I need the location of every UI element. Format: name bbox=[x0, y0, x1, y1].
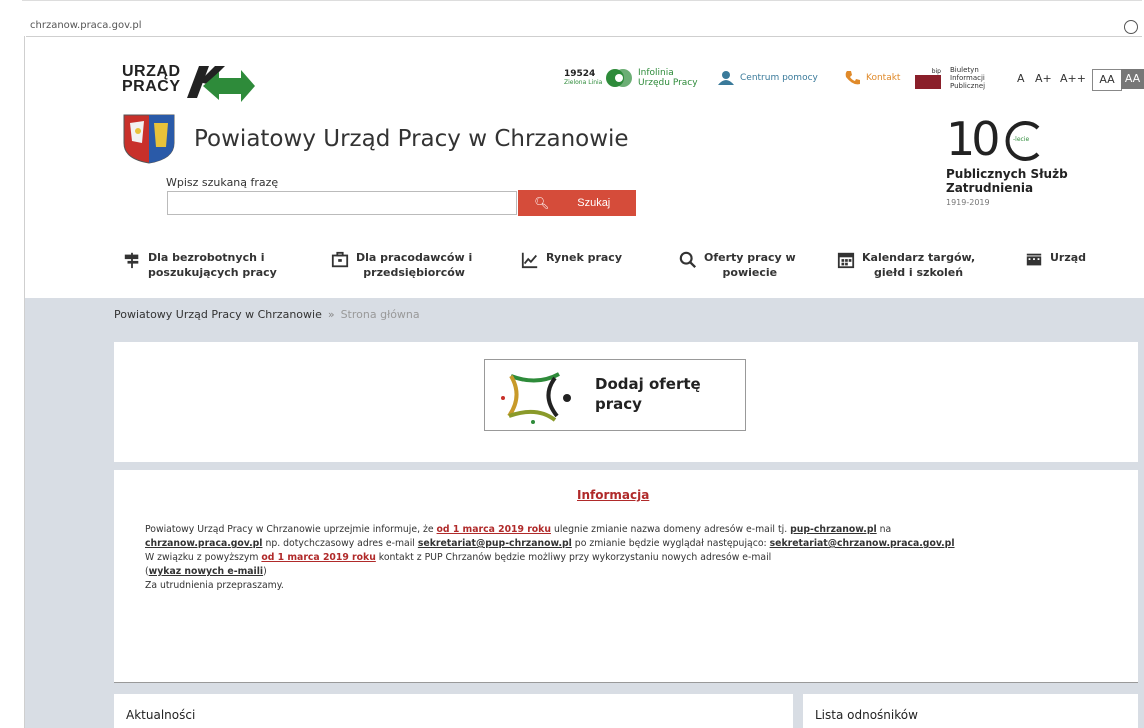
infolinia-link[interactable]: Infolinia Urzędu Pracy bbox=[638, 68, 708, 88]
info-text: ) bbox=[263, 566, 267, 577]
chart-icon bbox=[521, 252, 538, 269]
nav-label: giełd i szkoleń bbox=[874, 266, 964, 279]
offer-text-line1: Dodaj ofertę bbox=[595, 375, 701, 393]
news-heading: Aktualności bbox=[126, 708, 196, 722]
nav-label: powiecie bbox=[722, 266, 778, 279]
hotline-sublabel: Zielona Linia bbox=[564, 79, 603, 86]
nav-job-offers[interactable]: Oferty pracy w powiecie bbox=[678, 250, 796, 280]
url-text[interactable]: chrzanow.praca.gov.pl bbox=[30, 20, 142, 31]
breadcrumb: Powiatowy Urząd Pracy w Chrzanowie » Stron… bbox=[114, 308, 420, 321]
hotline-number: 19524 bbox=[564, 69, 596, 79]
links-heading: Lista odnośników bbox=[815, 708, 918, 722]
anniversary-caption-line1: Publicznych Służb bbox=[946, 167, 1068, 181]
coat-of-arms-icon bbox=[123, 114, 175, 164]
bip-link[interactable]: Biuletyn Informacji Publicznej bbox=[950, 66, 1000, 90]
calendar-icon bbox=[837, 252, 855, 269]
nav-label: Rynek pracy bbox=[546, 251, 622, 264]
anniversary-number: 10 bbox=[946, 112, 1001, 166]
info-text: kontakt z PUP Chrzanów będzie możliwy pr… bbox=[375, 552, 772, 563]
anniversary-caption: Publicznych Służb Zatrudnienia bbox=[946, 167, 1068, 195]
info-text: W związku z powyższym bbox=[145, 552, 262, 563]
nav-unemployed[interactable]: Dla bezrobotnych i poszukujących pracy bbox=[122, 250, 277, 280]
info-title: Informacja bbox=[577, 488, 650, 502]
new-domain-link[interactable]: chrzanow.praca.gov.pl bbox=[145, 538, 262, 549]
breadcrumb-current: Strona główna bbox=[340, 308, 420, 321]
new-email-link[interactable]: sekretariat@chrzanow.praca.gov.pl bbox=[770, 538, 955, 549]
date-link[interactable]: od 1 marca 2019 roku bbox=[261, 552, 375, 563]
old-domain-link[interactable]: pup-chrzanow.pl bbox=[790, 524, 877, 535]
font-size-normal-button[interactable]: A bbox=[1017, 72, 1025, 85]
urzad-pracy-logo-icon[interactable] bbox=[185, 62, 257, 102]
search-button[interactable]: 🔍︎ Szukaj bbox=[518, 190, 636, 216]
nav-label: Dla bezrobotnych i bbox=[148, 251, 265, 264]
nav-label: Kalendarz targów, bbox=[862, 251, 976, 264]
nav-label: przedsiębiorców bbox=[363, 266, 465, 279]
search-icon: 🔍︎ bbox=[534, 196, 550, 210]
contrast-normal-button[interactable]: AA bbox=[1092, 69, 1122, 91]
page-title: Powiatowy Urząd Pracy w Chrzanowie bbox=[194, 126, 629, 152]
old-email-link[interactable]: sekretariat@pup-chrzanow.pl bbox=[418, 538, 572, 549]
add-job-offer-banner[interactable]: Dodaj ofertę pracy bbox=[484, 359, 746, 431]
breadcrumb-home-link[interactable]: Powiatowy Urząd Pracy w Chrzanowie bbox=[114, 308, 322, 321]
window-left-edge bbox=[0, 0, 22, 728]
search-label: Wpisz szukaną frazę bbox=[166, 176, 279, 189]
font-size-large-button[interactable]: A+ bbox=[1035, 72, 1052, 85]
info-text: Powiatowy Urząd Pracy w Chrzanowie uprze… bbox=[145, 524, 437, 535]
nav-calendar[interactable]: Kalendarz targów, giełd i szkoleń bbox=[836, 250, 975, 280]
nav-employers[interactable]: Dla pracodawców i przedsiębiorców bbox=[330, 250, 472, 280]
help-center-link[interactable]: Centrum pomocy bbox=[740, 73, 818, 83]
search-icon bbox=[679, 251, 697, 269]
signpost-icon bbox=[124, 252, 139, 269]
hotline-badge[interactable]: 19524 Zielona Linia bbox=[564, 69, 603, 87]
bip-icon[interactable]: bip bbox=[915, 68, 941, 90]
nav-label: Urząd bbox=[1050, 251, 1087, 264]
info-text: Za utrudnienia przepraszamy. bbox=[145, 580, 284, 591]
nav-office[interactable]: Urząd bbox=[1024, 250, 1086, 269]
date-link[interactable]: od 1 marca 2019 roku bbox=[437, 524, 551, 535]
add-job-offer-text: Dodaj ofertę pracy bbox=[595, 374, 701, 414]
info-text: np. dotychczasowy adres e-mail bbox=[262, 538, 418, 549]
browser-menu-icon[interactable] bbox=[1124, 20, 1138, 34]
contact-link[interactable]: Kontakt bbox=[866, 73, 900, 83]
logo-line2: PRACY bbox=[122, 78, 181, 95]
breadcrumb-separator: » bbox=[327, 308, 335, 321]
nav-label: Dla pracodawców i bbox=[356, 251, 473, 264]
contrast-high-button[interactable]: AA bbox=[1121, 69, 1144, 89]
nav-labour-market[interactable]: Rynek pracy bbox=[520, 250, 622, 269]
anniversary-years: 1919-2019 bbox=[946, 198, 990, 207]
briefcase-icon bbox=[331, 251, 349, 268]
nav-label: poszukujących pracy bbox=[148, 266, 277, 279]
logo-line1: URZĄD bbox=[122, 63, 181, 80]
help-center-icon bbox=[718, 71, 734, 85]
nav-label: Oferty pracy w bbox=[704, 251, 796, 264]
bip-badge-text: bip bbox=[931, 68, 941, 75]
info-text: po zmianie będzie wyglądał następująco: bbox=[571, 538, 770, 549]
email-list-link[interactable]: wykaz nowych e-maili bbox=[149, 566, 263, 577]
info-text: ulegnie zmianie nazwa domeny adresów e-m… bbox=[550, 524, 791, 535]
news-panel bbox=[114, 694, 793, 728]
anniversary-caption-line2: Zatrudnienia bbox=[946, 181, 1034, 195]
search-button-label: Szukaj bbox=[577, 197, 611, 209]
anniversary-suffix: -lecie bbox=[1013, 136, 1030, 143]
font-size-xlarge-button[interactable]: A++ bbox=[1060, 72, 1086, 85]
contact-phone-icon bbox=[845, 71, 860, 85]
address-bar[interactable] bbox=[22, 0, 1142, 37]
building-icon bbox=[1026, 253, 1042, 266]
offer-text-line2: pracy bbox=[595, 395, 642, 413]
search-input[interactable] bbox=[167, 191, 517, 215]
address-bar-divider bbox=[26, 36, 1142, 37]
job-offer-logo-icon bbox=[501, 372, 571, 424]
phone-icon bbox=[606, 69, 632, 87]
info-text: na bbox=[876, 524, 892, 535]
info-body: Powiatowy Urząd Pracy w Chrzanowie uprze… bbox=[145, 523, 1105, 593]
urzad-pracy-logo-text[interactable]: URZĄD PRACY bbox=[122, 63, 181, 95]
